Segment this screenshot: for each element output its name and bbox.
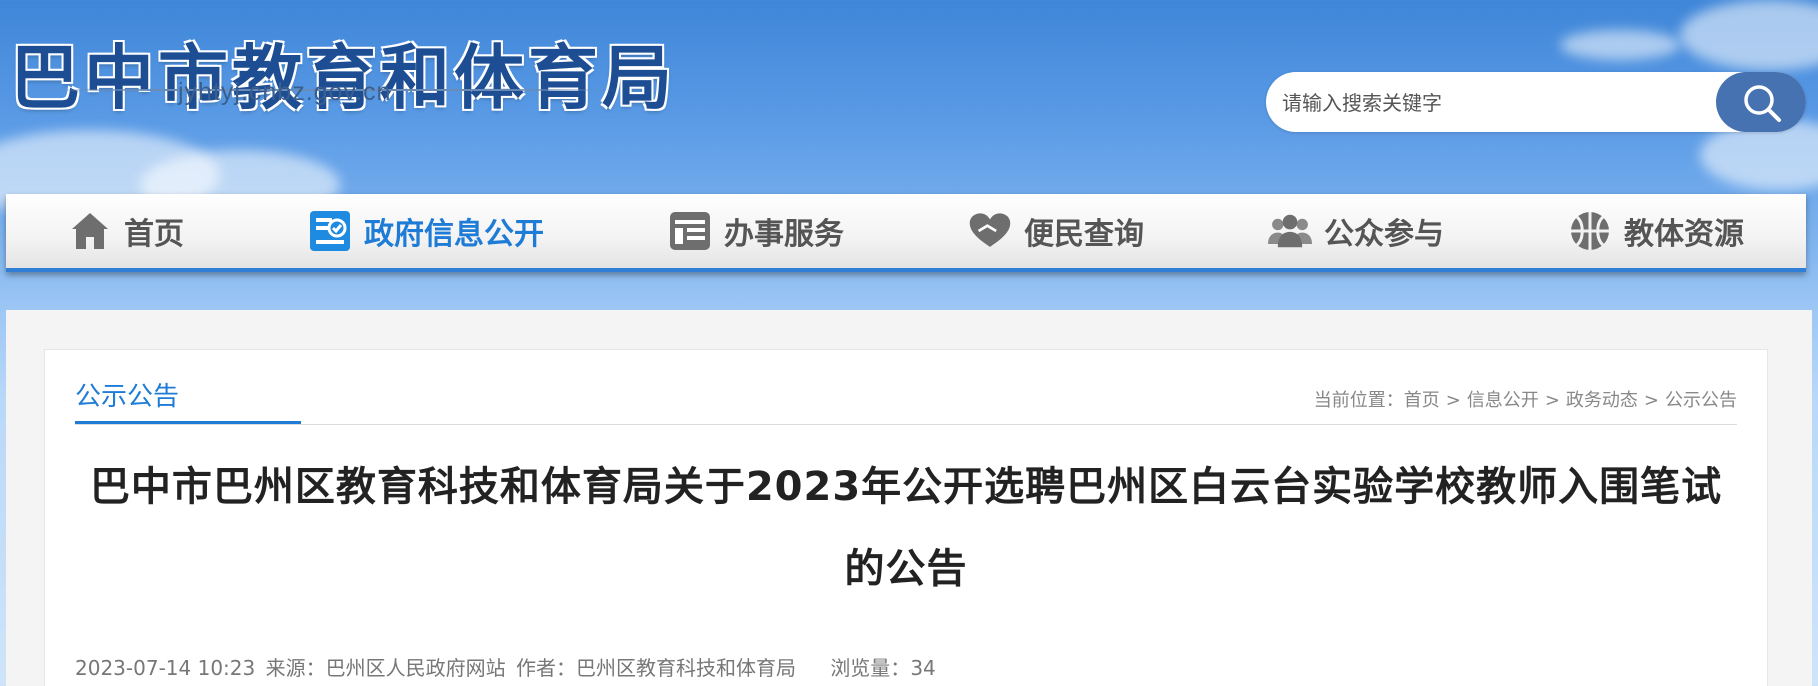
breadcrumb-separator: >	[1445, 390, 1461, 411]
section-title[interactable]: 公示公告	[75, 380, 179, 420]
search-box	[1266, 72, 1806, 134]
basketball-icon	[1568, 209, 1612, 253]
view-count: 34	[910, 656, 936, 680]
nav-label: 首页	[124, 217, 184, 252]
breadcrumb: 当前位置：首页 > 信息公开 > 政务动态 > 公示公告	[1314, 386, 1737, 412]
service-card-icon	[668, 209, 712, 253]
sky-cloud	[1680, 0, 1818, 70]
breadcrumb-separator: >	[1643, 390, 1659, 411]
article-meta: 2023-07-14 10:23 来源：巴州区人民政府网站 作者：巴州区教育科技…	[75, 652, 940, 681]
breadcrumb-separator: >	[1544, 390, 1560, 411]
nav-item-query[interactable]: 便民查询	[968, 209, 1144, 253]
article-author: 巴州区教育科技和体育局	[575, 656, 796, 680]
article-title: 巴中市巴州区教育科技和体育局关于2023年公开选聘巴州区白云台实验学校教师入围笔…	[89, 464, 1723, 592]
nav-item-gov-info[interactable]: 政府信息公开	[308, 209, 544, 253]
breadcrumb-gov-news[interactable]: 政务动态	[1566, 390, 1638, 411]
heart-hand-icon	[968, 209, 1012, 253]
breadcrumb-info-open[interactable]: 信息公开	[1467, 390, 1539, 411]
article-source: 巴州区人民政府网站	[325, 656, 506, 680]
search-button[interactable]	[1716, 72, 1806, 132]
article-card: 公示公告 当前位置：首页 > 信息公开 > 政务动态 > 公示公告 巴中市巴州区教育科技和体…	[44, 349, 1768, 686]
nav-label: 办事服务	[724, 217, 844, 252]
site-domain: jyhtyj.cnbz.gov.cn	[178, 78, 392, 106]
source-label: 来源：	[265, 656, 326, 680]
breadcrumb-home[interactable]: 首页	[1404, 390, 1440, 411]
breadcrumb-prefix: 当前位置：	[1313, 390, 1404, 411]
breadcrumb-announcements[interactable]: 公示公告	[1665, 390, 1737, 411]
section-title-underline	[75, 421, 301, 424]
people-icon	[1268, 209, 1312, 253]
sky-cloud	[1560, 30, 1680, 60]
views-label: 浏览量：	[830, 656, 911, 680]
nav-label: 政府信息公开	[364, 217, 544, 252]
nav-label: 教体资源	[1624, 217, 1744, 252]
nav-item-home[interactable]: 首页	[68, 209, 184, 253]
section-header: 公示公告 当前位置：首页 > 信息公开 > 政务动态 > 公示公告	[75, 380, 1737, 425]
main-nav: 首页 政府信息公开 办事服务 便民查询 公众参与 教体资源	[6, 194, 1806, 272]
nav-item-participation[interactable]: 公众参与	[1268, 209, 1444, 253]
author-label: 作者：	[515, 656, 576, 680]
home-icon	[68, 209, 112, 253]
nav-item-resources[interactable]: 教体资源	[1568, 209, 1744, 253]
nav-label: 公众参与	[1324, 217, 1444, 252]
search-icon	[1744, 85, 1781, 122]
article-date: 2023-07-14 10:23	[75, 656, 256, 680]
nav-item-services[interactable]: 办事服务	[668, 209, 844, 253]
nav-label: 便民查询	[1024, 217, 1144, 252]
search-input[interactable]	[1280, 72, 1674, 134]
checklist-icon	[308, 209, 352, 253]
